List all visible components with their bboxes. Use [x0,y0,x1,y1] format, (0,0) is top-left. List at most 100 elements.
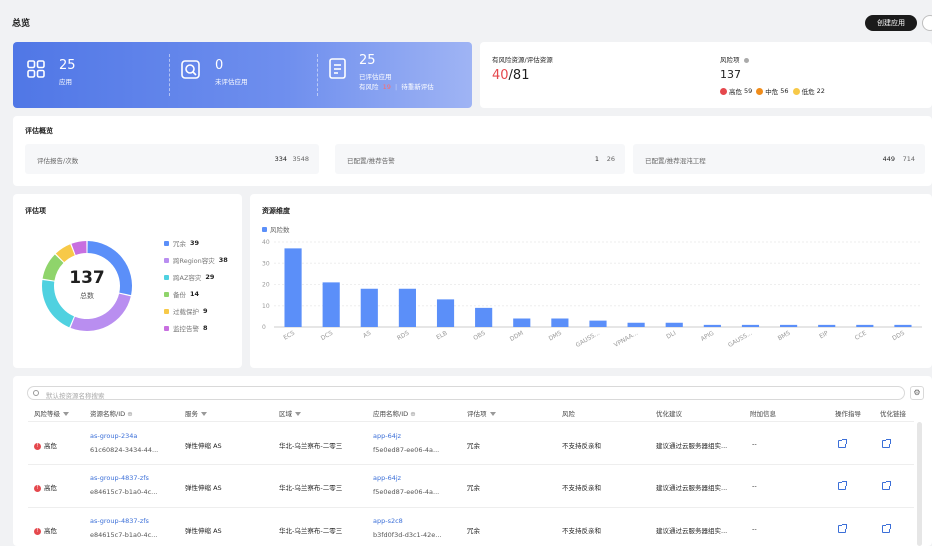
search-placeholder: 默认按资源名称搜索 [46,391,105,400]
guide-link-icon[interactable] [838,524,847,533]
resource-id: e84615c7-b1a0-4c... [90,488,158,496]
app-id: f5e0ed87-ee06-4a... [373,446,440,454]
x-tick-label: GAUSS... [575,330,602,349]
bar[interactable] [818,324,836,327]
assessment-item: 冗余 [467,527,480,535]
donut-legend-item[interactable]: 冗余 39 [164,238,199,248]
bar[interactable] [513,318,531,328]
apps-count: 25 [59,58,76,73]
extra-info: -- [752,440,757,448]
header-risk-level[interactable]: 风险等级 [34,408,69,418]
header-resource[interactable]: 资源名称/ID ⊕ [90,408,133,418]
bar[interactable] [284,248,302,327]
bar[interactable] [398,288,416,327]
resource-name-link[interactable]: as-group-4837-zfs [90,517,149,525]
header-region[interactable]: 区域 [279,408,301,418]
settings-icon[interactable]: ⚙ [910,386,924,400]
optimize-link-icon[interactable] [882,481,891,490]
app-name-link[interactable]: app-64jz [373,432,401,440]
bar[interactable] [589,320,607,327]
severity-breakdown: 高危 59 中危 56 低危 22 [720,86,829,96]
assessment-item: 冗余 [467,484,480,492]
region: 华北-乌兰察布-二零三 [279,527,343,535]
bar[interactable] [436,299,455,327]
x-tick-label: DDS [891,330,906,343]
assessment-item: 冗余 [467,442,480,450]
x-tick-label: GAUSS... [727,330,754,349]
app-id: f5e0ed87-ee06-4a... [373,488,440,496]
table-scrollbar[interactable] [917,422,922,546]
search-icon[interactable] [922,15,932,31]
app-id: b3fd0f3d-d3c1-42e... [373,531,442,539]
app-stats-card: 25 应用 0 未评估应用 25 已评估应用 有风险 19 | 待重新评估 [13,42,472,108]
report-icon [329,58,346,79]
assessed-label: 已评估应用 [359,73,392,81]
bar[interactable] [627,322,645,327]
resource-table-card [13,376,932,546]
search-icon [33,390,39,396]
donut-legend-item[interactable]: 备份 14 [164,289,199,299]
donut-title: 评估项 [25,207,46,215]
risk: 不支持反亲和 [562,527,601,535]
table-search-input[interactable]: 默认按资源名称搜索 [27,386,905,400]
create-app-button[interactable]: 创建应用 [865,15,917,31]
optimize-link-icon[interactable] [882,524,891,533]
bar[interactable] [475,307,493,327]
overview-box-chaos: 已配置/推荐混沌工程 449 714 [633,144,925,174]
risk-level: ! 高危 [34,525,57,535]
resource-name-link[interactable]: as-group-234a [90,432,137,440]
header-app[interactable]: 应用名称/ID ⊕ [373,408,416,418]
resource-name-link[interactable]: as-group-4837-zfs [90,474,149,482]
app-name-link[interactable]: app-s2c8 [373,517,403,525]
risk: 不支持反亲和 [562,484,601,492]
risk-summary-card: 有风险资源/评估资源 40/81 风险项 137 高危 59 中危 56 低危 22 [480,42,932,108]
header-item[interactable]: 评估项 [467,408,496,418]
service: 弹性伸缩 AS [185,442,222,450]
assessment-overview-card: 评估概览 评估报告/次数 334 3548 已配置/推荐告警 1 26 已配置/… [13,116,932,186]
risk-items-label: 风险项 [720,54,749,64]
donut-legend-item[interactable]: 跨AZ容灾 29 [164,272,214,282]
resource-dimension-card: 资源维度 风险数 0 10 20 30 40 ECS DCS AS RDS ELB OBS DDM DM… [250,194,932,368]
risk-level: ! 高危 [34,482,57,492]
x-tick-label: RDS [396,330,411,342]
header-advice: 优化建议 [656,410,682,418]
unassessed-label: 未评估应用 [215,78,248,86]
guide-link-icon[interactable] [838,439,847,448]
donut-slice [71,241,87,256]
bar[interactable] [856,324,874,327]
guide-link-icon[interactable] [838,481,847,490]
overview-box-alarms: 已配置/推荐告警 1 26 [335,144,625,174]
header-service[interactable]: 服务 [185,408,207,418]
donut-legend: 冗余 39 跨Region容灾 38 跨AZ容灾 29 备份 14 过载保护 9 监控告警 8 [164,238,242,338]
optimize-link-icon[interactable] [882,439,891,448]
bar[interactable] [665,322,683,327]
y-tick-label: 40 [262,239,270,246]
bar[interactable] [360,288,378,327]
bar[interactable] [322,282,340,327]
help-icon [743,57,749,63]
header-guide: 操作指导 [835,410,861,418]
donut-legend-item[interactable]: 跨Region容灾 38 [164,255,228,265]
alert-icon: ! [34,484,41,492]
service: 弹性伸缩 AS [185,527,222,535]
bar[interactable] [551,318,569,328]
x-tick-label: DMS [548,330,563,343]
x-tick-label: DLI [665,330,677,341]
extra-info: -- [752,482,757,490]
donut-legend-item[interactable]: 监控告警 8 [164,323,208,333]
donut-total: 137 [69,268,105,288]
app-name-link[interactable]: app-64jz [373,474,401,482]
bar[interactable] [894,324,912,327]
y-tick-label: 30 [262,260,270,267]
risk: 不支持反亲和 [562,442,601,450]
x-tick-label: ELB [435,330,448,342]
bar[interactable] [741,324,760,327]
overview-title: 评估概览 [25,127,53,135]
risk-items-value: 137 [720,68,741,81]
severity-low: 低危 22 [792,86,825,96]
bar[interactable] [703,324,721,327]
risk-resources-value: 40/81 [492,68,530,83]
donut-legend-item[interactable]: 过载保护 9 [164,306,208,316]
risk-resources-label: 有风险资源/评估资源 [492,56,553,64]
bar[interactable] [780,324,798,327]
